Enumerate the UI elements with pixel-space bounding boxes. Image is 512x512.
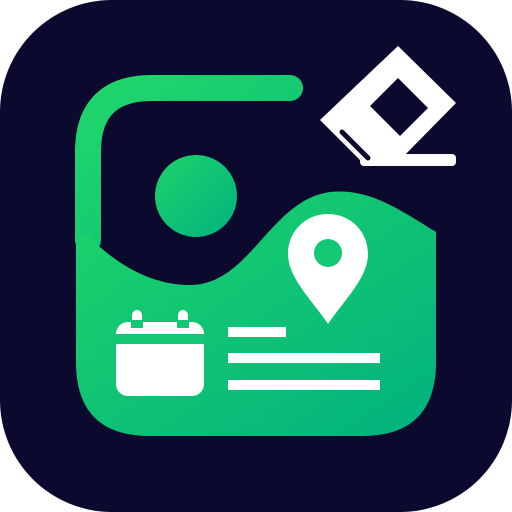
- calendar-icon: [116, 310, 204, 396]
- app-icon: [0, 0, 512, 512]
- app-icon-graphic: [0, 0, 512, 512]
- sun-icon: [155, 155, 237, 237]
